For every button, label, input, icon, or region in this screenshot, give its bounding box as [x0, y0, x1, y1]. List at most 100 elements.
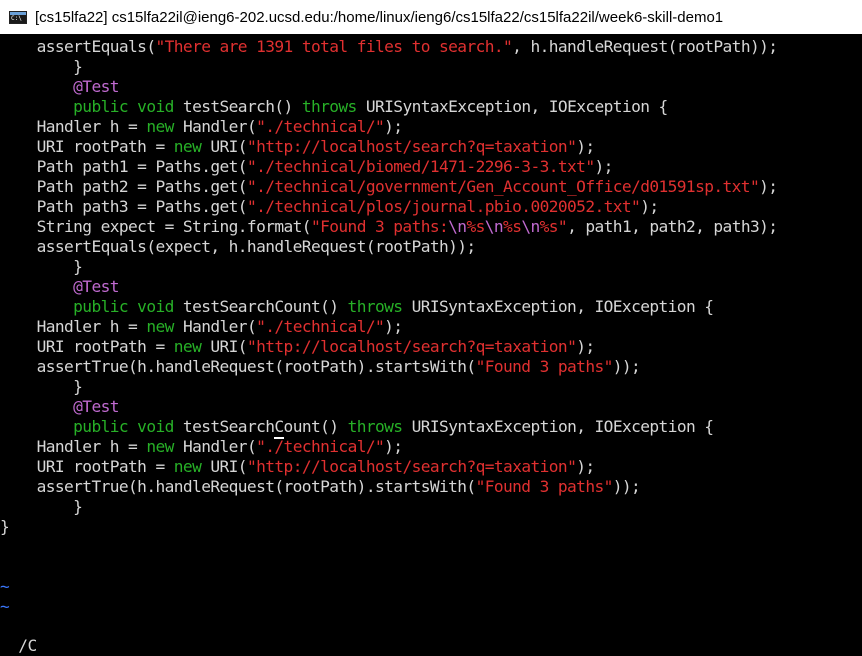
code-token: assertTrue(h.handleRequest(rootPath).sta…	[0, 357, 477, 376]
code-token: Handler h =	[0, 317, 147, 336]
code-token: String expect = String.format(	[0, 217, 312, 236]
code-token: throws	[347, 297, 412, 316]
code-token: "./technical/"	[256, 317, 385, 336]
code-line: URI rootPath = new URI("http://localhost…	[0, 337, 596, 357]
code-token: }	[0, 377, 83, 396]
code-token: }	[0, 497, 83, 516]
code-token: new	[173, 457, 211, 476]
code-token: );	[384, 117, 403, 136]
code-token: testSearch()	[182, 97, 302, 116]
code-token: assertEquals(expect, h.handleRequest(roo…	[0, 237, 477, 256]
code-line: @Test	[0, 277, 119, 297]
code-token: ount()	[283, 417, 348, 436]
code-token: );	[576, 137, 595, 156]
code-token: Handler(	[182, 437, 257, 456]
code-token: URISyntaxException, IOException {	[365, 97, 668, 116]
code-token: %s"	[539, 217, 568, 236]
code-token: Handler(	[182, 117, 257, 136]
code-token: }	[0, 257, 83, 276]
code-token: }	[0, 57, 83, 76]
code-line: @Test	[0, 397, 119, 417]
code-token: URI(	[210, 137, 247, 156]
code-token: new	[146, 117, 183, 136]
code-token: @Test	[0, 277, 119, 296]
code-token: URISyntaxException, IOException {	[411, 297, 714, 316]
code-token: "./technical/government/Gen_Account_Offi…	[246, 177, 760, 196]
code-token: Path path2 = Paths.get(	[0, 177, 248, 196]
code-token: public void	[0, 97, 183, 116]
code-line: assertTrue(h.handleRequest(rootPath).sta…	[0, 477, 641, 497]
code-line: Path path3 = Paths.get("./technical/plos…	[0, 197, 660, 217]
code-token: );	[759, 177, 778, 196]
code-token: "./technical/biomed/1471-2296-3-3.txt"	[246, 157, 595, 176]
code-token: "./technical/plos/journal.pbio.0020052.t…	[246, 197, 641, 216]
code-token: ~	[0, 577, 10, 596]
code-token: testSearch	[182, 417, 275, 436]
command-line-text: /C	[18, 636, 37, 655]
code-token: Handler(	[182, 317, 257, 336]
code-line: }	[0, 257, 83, 277]
code-line: String expect = String.format("Found 3 p…	[0, 217, 778, 237]
code-token: );	[594, 157, 613, 176]
code-token: );	[384, 437, 403, 456]
code-line: assertEquals(expect, h.handleRequest(roo…	[0, 237, 477, 257]
code-token: URI(	[210, 457, 247, 476]
code-line: Handler h = new Handler("./technical/");	[0, 117, 403, 137]
code-line: URI rootPath = new URI("http://localhost…	[0, 457, 596, 477]
empty-buffer-line: ~	[0, 597, 10, 617]
code-line: public void testSearch() throws URISynta…	[0, 97, 668, 117]
vim-editor[interactable]: assertEquals("There are 1391 total files…	[0, 34, 862, 640]
code-token: \n	[484, 217, 504, 236]
code-token: public void	[0, 417, 183, 436]
code-line: @Test	[0, 77, 119, 97]
code-token: URI rootPath =	[0, 337, 174, 356]
code-line: assertEquals("There are 1391 total files…	[0, 37, 778, 57]
code-line: Handler h = new Handler("./technical/");	[0, 317, 403, 337]
code-token: }	[0, 517, 10, 536]
code-token: URI rootPath =	[0, 457, 174, 476]
window-title: [cs15lfa22] cs15lfa22il@ieng6-202.ucsd.e…	[35, 8, 724, 26]
empty-buffer-line: ~	[0, 577, 10, 597]
code-line: }	[0, 57, 83, 77]
code-token: , h.handleRequest(rootPath));	[512, 37, 778, 56]
code-line: Path path1 = Paths.get("./technical/biom…	[0, 157, 614, 177]
code-line: public void testSearchCount() throws URI…	[0, 417, 714, 439]
code-token: "./technical/"	[256, 437, 385, 456]
code-token: new	[146, 317, 183, 336]
code-token: assertTrue(h.handleRequest(rootPath).sta…	[0, 477, 477, 496]
code-token: Handler h =	[0, 437, 147, 456]
code-token: "Found 3 paths:	[310, 217, 449, 236]
code-line: URI rootPath = new URI("http://localhost…	[0, 137, 596, 157]
code-token: @Test	[0, 397, 119, 416]
text-cursor: C	[274, 417, 284, 439]
code-token: \n	[521, 217, 540, 236]
code-token: %s	[503, 217, 522, 236]
code-token: ~	[0, 597, 10, 616]
code-token: "http://localhost/search?q=taxation"	[246, 337, 577, 356]
code-token: Path path3 = Paths.get(	[0, 197, 248, 216]
code-token: %s	[466, 217, 485, 236]
code-line: Path path2 = Paths.get("./technical/gove…	[0, 177, 778, 197]
code-token: "Found 3 paths"	[475, 357, 614, 376]
code-token: ));	[612, 477, 641, 496]
code-token: testSearchCount()	[182, 297, 348, 316]
cmd-icon	[9, 10, 27, 24]
code-token: "There are 1391 total files to search."	[155, 37, 513, 56]
code-token: URI(	[210, 337, 247, 356]
code-token: new	[173, 137, 211, 156]
code-token: );	[576, 457, 595, 476]
code-token: "Found 3 paths"	[475, 477, 614, 496]
code-token: assertEquals(	[0, 37, 157, 56]
code-token: );	[576, 337, 595, 356]
code-token: );	[384, 317, 403, 336]
code-token: Path path1 = Paths.get(	[0, 157, 248, 176]
code-line: public void testSearchCount() throws URI…	[0, 297, 714, 317]
code-token: throws	[301, 97, 366, 116]
code-token: "./technical/"	[256, 117, 385, 136]
vim-command-line[interactable]: /C	[0, 616, 37, 655]
code-token: "http://localhost/search?q=taxation"	[246, 137, 577, 156]
code-line: Handler h = new Handler("./technical/");	[0, 437, 403, 457]
code-token: new	[146, 437, 183, 456]
code-token: "http://localhost/search?q=taxation"	[246, 457, 577, 476]
code-token: \n	[448, 217, 467, 236]
